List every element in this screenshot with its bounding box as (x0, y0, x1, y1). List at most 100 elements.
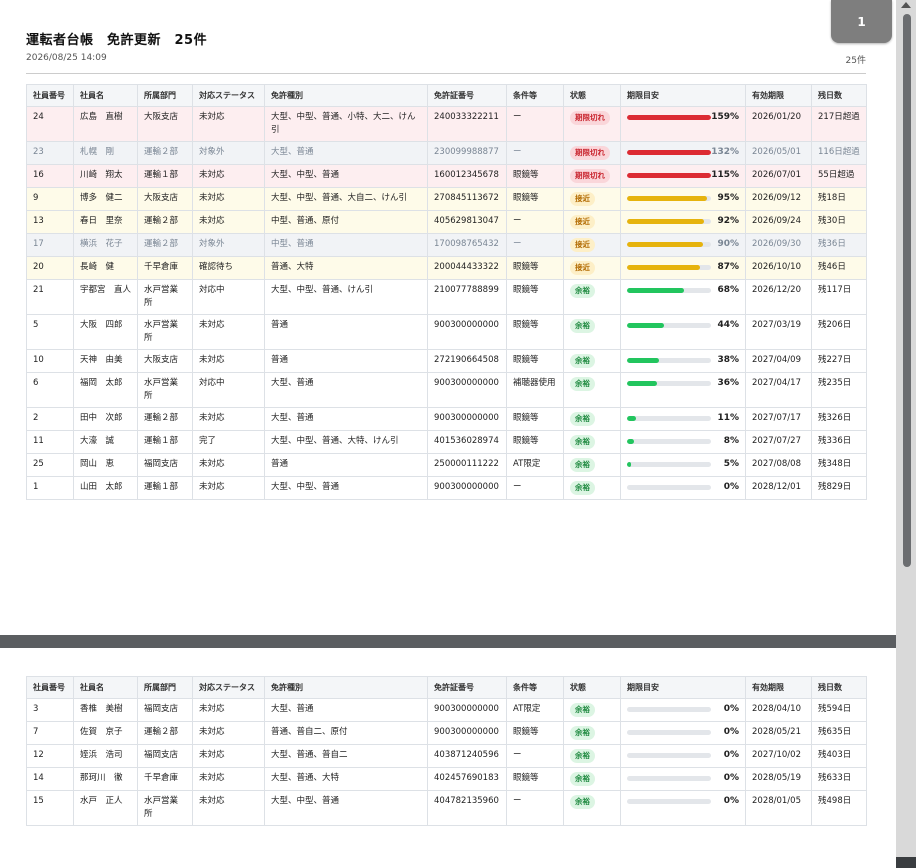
cell-expiry: 2026/12/20 (745, 279, 812, 315)
cell-dept: 福岡支店 (137, 698, 193, 722)
table-row[interactable]: 17 横浜 花子 運輸２部 対象外 中型、普通 170098765432 ー接近 90% 202… (26, 233, 867, 257)
cell-id: 20 (26, 256, 74, 280)
column-header[interactable]: 免許種別 (264, 84, 428, 107)
cell-license: 大型、中型、普通、大特、けん引 (264, 430, 428, 454)
table-row[interactable]: 25 岡山 恵福岡支店 未対応 普通 250000111222 AT限定 余裕 5% 2027/… (26, 453, 867, 477)
column-header[interactable]: 免許種別 (264, 676, 428, 699)
column-header[interactable]: 期限目安 (620, 676, 746, 699)
cell-license: 中型、普通 (264, 233, 428, 257)
deadline-progress-bar (627, 265, 711, 270)
cell-status: 対象外 (192, 141, 265, 165)
table-row[interactable]: 15 水戸 正人 水戸営業所 未対応 大型、中型、普通 404782135960 ー余裕 0%… (26, 790, 867, 826)
column-header[interactable]: 有効期限 (745, 84, 812, 107)
column-header[interactable]: 有効期限 (745, 676, 812, 699)
table-row[interactable]: 24 広島 直樹 大阪支店 未対応 大型、中型、普通、小特、大二、けん引 24003332… (26, 106, 867, 142)
column-header[interactable]: 条件等 (506, 676, 564, 699)
deadline-percent: 87% (717, 262, 739, 272)
cell-gauge: 159% (620, 106, 746, 142)
cell-number: 403871240596 (427, 744, 507, 768)
cell-number: 272190664508 (427, 349, 507, 373)
deadline-progress-fill (627, 323, 664, 328)
cell-dept: 大阪支店 (137, 187, 193, 211)
cell-cond: 補聴器使用 (506, 372, 564, 408)
cell-gauge: 0% (620, 698, 746, 722)
deadline-percent: 5% (723, 459, 739, 469)
cell-gauge: 0% (620, 476, 746, 500)
cell-state: 余裕 (563, 279, 621, 315)
cell-dept: 運輸１部 (137, 476, 193, 500)
cell-name: 田中 次郎 (73, 407, 138, 431)
table-row[interactable]: 14 那珂川 徹千早倉庫 未対応 大型、普通、大特 402457690183 眼鏡等 余裕 0… (26, 767, 867, 791)
cell-status: 未対応 (192, 476, 265, 500)
cell-cond: ー (506, 476, 564, 500)
cell-state: 余裕 (563, 349, 621, 373)
table-row[interactable]: 11 大濠 誠運輸１部 完了 大型、中型、普通、大特、けん引 401536028974 眼… (26, 430, 867, 454)
deadline-progress-bar (627, 288, 711, 293)
cell-number: 160012345678 (427, 164, 507, 188)
scrollbar-thumb[interactable] (903, 14, 911, 567)
cell-id: 13 (26, 210, 74, 234)
deadline-percent: 90% (717, 239, 739, 249)
deadline-progress-bar (627, 150, 711, 155)
table-row[interactable]: 6 福岡 太郎 水戸営業所 対応中 大型、普通 900300000000 補聴器使用 余裕 36… (26, 372, 867, 408)
column-header[interactable]: 免許証番号 (427, 84, 507, 107)
table-row[interactable]: 13 春日 里奈 運輸２部 未対応 中型、普通、原付 405629813047 ー接近 92%… (26, 210, 867, 234)
table-row[interactable]: 20 長崎 健千早倉庫 確認待ち 普通、大特 200044433322 眼鏡等 接近 87% 2… (26, 256, 867, 280)
deadline-progress-bar (627, 416, 711, 421)
page-number-badge[interactable]: 1 (831, 0, 892, 43)
column-header[interactable]: 条件等 (506, 84, 564, 107)
deadline-progress-fill (627, 219, 705, 224)
cell-status: 未対応 (192, 767, 265, 791)
cell-state: 余裕 (563, 767, 621, 791)
deadline-percent: 0% (723, 727, 739, 737)
cell-id: 12 (26, 744, 74, 768)
cell-days: 残30日 (811, 210, 867, 234)
cell-gauge: 36% (620, 372, 746, 408)
table-row[interactable]: 3 香椎 美樹 福岡支店 未対応 大型、普通 900300000000 AT限定 余裕 0% 20… (26, 698, 867, 722)
cell-gauge: 92% (620, 210, 746, 234)
table-row[interactable]: 21 宇都宮 直人 水戸営業所 対応中 大型、中型、普通、けん引 210077788899… (26, 279, 867, 315)
deadline-progress-bar (627, 462, 711, 467)
table-row[interactable]: 5 大阪 四郎 水戸営業所 未対応 普通 900300000000 眼鏡等 余裕 44% 2027… (26, 314, 867, 350)
column-header[interactable]: 対応ステータス (192, 84, 265, 107)
cell-state: 余裕 (563, 744, 621, 768)
column-header[interactable]: 所属部門 (137, 84, 193, 107)
column-header[interactable]: 所属部門 (137, 676, 193, 699)
deadline-progress-fill (627, 196, 707, 201)
cell-status: 未対応 (192, 407, 265, 431)
page-title: 運転者台帳 免許更新 25件 (26, 33, 208, 48)
cell-id: 24 (26, 106, 74, 142)
table-row[interactable]: 12 姪浜 浩司 福岡支店 未対応 大型、普通、普自二 403871240596 ー余裕 0%… (26, 744, 867, 768)
column-header[interactable]: 状態 (563, 676, 621, 699)
column-header[interactable]: 社員名 (73, 676, 138, 699)
column-header[interactable]: 残日数 (811, 84, 867, 107)
cell-dept: 水戸営業所 (137, 790, 193, 826)
deadline-progress-bar (627, 439, 711, 444)
cell-name: 横浜 花子 (73, 233, 138, 257)
column-header[interactable]: 社員番号 (26, 84, 74, 107)
cell-cond: 眼鏡等 (506, 187, 564, 211)
column-header[interactable]: 期限目安 (620, 84, 746, 107)
cell-state: 余裕 (563, 372, 621, 408)
scroll-up-arrow-icon[interactable] (901, 2, 911, 8)
column-header[interactable]: 免許証番号 (427, 676, 507, 699)
table-row[interactable]: 16 川崎 翔太 運輸１部 未対応 大型、中型、普通 160012345678 眼鏡等 期限切… (26, 164, 867, 188)
cell-cond: 眼鏡等 (506, 314, 564, 350)
deadline-percent: 0% (723, 750, 739, 760)
column-header[interactable]: 状態 (563, 84, 621, 107)
cell-cond: 眼鏡等 (506, 721, 564, 745)
column-header[interactable]: 社員名 (73, 84, 138, 107)
table-row[interactable]: 23 札幌 剛運輸２部 対象外 大型、普通 230099988877 ー期限切れ 132% 2… (26, 141, 867, 165)
column-header[interactable]: 残日数 (811, 676, 867, 699)
table-row[interactable]: 7 佐賀 京子 運輸２部 未対応 普通、普自二、原付 900300000000 眼鏡等 余裕 0… (26, 721, 867, 745)
table-row[interactable]: 10 天神 由美 大阪支店 未対応 普通 272190664508 眼鏡等 余裕 38% 2027… (26, 349, 867, 373)
column-header[interactable]: 対応ステータス (192, 676, 265, 699)
state-badge: 余裕 (570, 772, 595, 786)
table-row[interactable]: 1 山田 太郎 運輸１部 未対応 大型、中型、普通 900300000000 ー余裕 0% 20… (26, 476, 867, 500)
table-row[interactable]: 2 田中 次郎 運輸２部 未対応 大型、普通 900300000000 眼鏡等 余裕 11% 20… (26, 407, 867, 431)
cell-number: 402457690183 (427, 767, 507, 791)
table-row[interactable]: 9 博多 健二 大阪支店 未対応 大型、中型、普通、大自二、けん引 27084511367… (26, 187, 867, 211)
cell-expiry: 2027/04/09 (745, 349, 812, 373)
cell-license: 中型、普通、原付 (264, 210, 428, 234)
column-header[interactable]: 社員番号 (26, 676, 74, 699)
